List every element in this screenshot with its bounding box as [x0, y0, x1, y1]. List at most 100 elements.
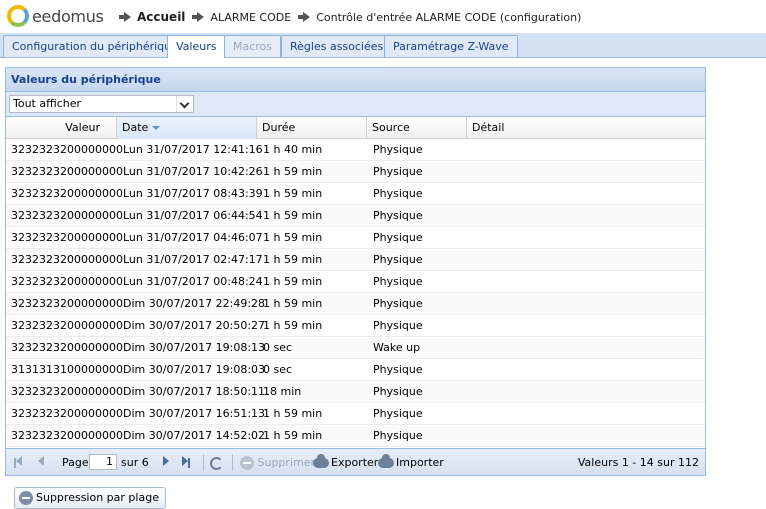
arrow-right-icon [192, 12, 205, 22]
next-page-icon[interactable] [163, 455, 169, 471]
cell-valeur: 3232323200000000 [11, 253, 123, 266]
column-header-source[interactable]: Source [367, 117, 467, 139]
cell-source: Physique [373, 407, 423, 420]
delete-icon [19, 491, 33, 505]
cell-source: Physique [373, 231, 423, 244]
cell-date: Dim 30/07/2017 14:52:02 [123, 429, 266, 442]
table-row[interactable]: 3232323200000000 Dim 30/07/2017 20:50:27 1… [6, 315, 705, 337]
cell-date: Lun 31/07/2017 12:41:16 [123, 143, 263, 156]
cell-date: Lun 31/07/2017 00:48:24 [123, 275, 263, 288]
cell-source: Wake up [373, 341, 421, 354]
table-row[interactable]: 3232323200000000 Dim 30/07/2017 18:50:11 1… [6, 381, 705, 403]
breadcrumb-home[interactable]: Accueil [137, 10, 185, 24]
cell-date: Lun 31/07/2017 08:43:39 [123, 187, 263, 200]
page-input[interactable]: 1 [89, 454, 117, 470]
delete-button: Supprimer [240, 455, 315, 471]
cell-date: Lun 31/07/2017 04:46:07 [123, 231, 263, 244]
arrow-right-icon [119, 12, 131, 22]
cell-valeur: 3232323200000000 [11, 407, 123, 420]
cell-valeur: 3232323200000000 [11, 297, 123, 310]
cell-duree: 1 h 59 min [263, 275, 323, 288]
column-header-date[interactable]: Date [117, 117, 257, 139]
cell-source: Physique [373, 187, 423, 200]
tab-regles[interactable]: Règles associées [281, 35, 393, 57]
delete-icon [240, 456, 254, 470]
cell-duree: 1 h 59 min [263, 165, 323, 178]
cell-valeur: 3131313100000000 [11, 363, 123, 376]
breadcrumb-current: Contrôle d'entrée ALARME CODE (configura… [316, 10, 582, 24]
table-row[interactable]: 3232323200000000 Lun 31/07/2017 06:44:54 1… [6, 205, 705, 227]
sort-desc-icon [152, 126, 161, 130]
column-header-duree[interactable]: Durée [257, 117, 367, 139]
cell-valeur: 3232323200000000 [11, 319, 123, 332]
filter-bar: Tout afficher [6, 92, 705, 117]
cell-source: Physique [373, 363, 423, 376]
grid-header: Valeur Date Durée Source Détail [6, 117, 705, 139]
cell-valeur: 3232323200000000 [11, 385, 123, 398]
logo-icon [7, 5, 29, 27]
table-row[interactable]: 3232323200000000 Dim 30/07/2017 19:08:13 0… [6, 337, 705, 359]
pager-summary: Valeurs 1 - 14 sur 112 [577, 456, 699, 469]
breadcrumb-device[interactable]: ALARME CODE [210, 11, 291, 24]
cell-source: Physique [373, 429, 423, 442]
table-row[interactable]: 3232323200000000 Lun 31/07/2017 00:48:24 1… [6, 271, 705, 293]
tab-zwave[interactable]: Paramétrage Z-Wave [384, 35, 518, 57]
column-header-detail[interactable]: Détail [467, 117, 705, 139]
cell-duree: 1 h 59 min [263, 429, 323, 442]
cell-source: Physique [373, 319, 423, 332]
cell-source: Physique [373, 143, 423, 156]
cell-valeur: 3232323200000000 [11, 231, 123, 244]
refresh-icon[interactable] [210, 455, 223, 471]
cell-duree: 1 h 59 min [263, 297, 323, 310]
filter-value: Tout afficher [13, 97, 82, 110]
cloud-download-icon [313, 454, 329, 468]
column-header-date-label: Date [122, 121, 149, 134]
table-row[interactable]: 3232323200000000 Lun 31/07/2017 04:46:07 1… [6, 227, 705, 249]
cell-date: Dim 30/07/2017 16:51:13 [123, 407, 266, 420]
cell-source: Physique [373, 209, 423, 222]
column-header-valeur[interactable]: Valeur [6, 117, 117, 139]
cell-date: Dim 30/07/2017 20:50:27 [123, 319, 266, 332]
import-button[interactable]: Importer [378, 454, 444, 471]
tab-bar: Configuration du périphérique Valeurs Ma… [0, 33, 766, 58]
cell-date: Lun 31/07/2017 10:42:26 [123, 165, 263, 178]
table-row[interactable]: 3232323200000000 Dim 30/07/2017 22:49:28 1… [6, 293, 705, 315]
table-row[interactable]: 3232323200000000 Lun 31/07/2017 10:42:26 1… [6, 161, 705, 183]
table-row[interactable]: 3232323200000000 Lun 31/07/2017 08:43:39 1… [6, 183, 705, 205]
cell-source: Physique [373, 275, 423, 288]
table-row[interactable]: 3232323200000000 Dim 30/07/2017 14:52:02 1… [6, 425, 705, 447]
cell-duree: 1 h 59 min [263, 407, 323, 420]
cell-valeur: 3232323200000000 [11, 143, 123, 156]
page-of-label: sur 6 [121, 456, 149, 469]
chevron-down-icon[interactable] [176, 96, 193, 112]
cell-valeur: 3232323200000000 [11, 209, 123, 222]
last-page-icon[interactable] [182, 455, 190, 471]
cell-duree: 1 h 59 min [263, 253, 323, 266]
cell-duree: 0 sec [263, 341, 293, 354]
first-page-icon [14, 455, 22, 471]
cell-date: Dim 30/07/2017 19:08:03 [123, 363, 266, 376]
filter-select[interactable]: Tout afficher [9, 95, 194, 113]
cell-valeur: 3232323200000000 [11, 275, 123, 288]
tab-macros: Macros [224, 35, 282, 57]
panel-title: Valeurs du périphérique [6, 68, 705, 92]
logo[interactable]: eedomus [7, 5, 104, 27]
tab-valeurs[interactable]: Valeurs [167, 35, 226, 58]
table-row[interactable]: 3232323200000000 Lun 31/07/2017 02:47:17 1… [6, 249, 705, 271]
cell-duree: 1 h 59 min [263, 187, 323, 200]
cell-duree: 18 min [263, 385, 302, 398]
range-delete-button[interactable]: Suppression par plage [14, 487, 166, 509]
table-row[interactable]: 3232323200000000 Lun 31/07/2017 12:41:16 1… [6, 139, 705, 161]
table-row[interactable]: 3232323200000000 Dim 30/07/2017 16:51:13 1… [6, 403, 705, 425]
cloud-upload-icon [378, 454, 394, 468]
pager-toolbar: Page 1 sur 6 Supprimer Exporter Importer… [6, 448, 705, 475]
logo-text: eedomus [32, 6, 104, 26]
prev-page-icon [38, 455, 44, 471]
cell-source: Physique [373, 385, 423, 398]
table-row[interactable]: 3131313100000000 Dim 30/07/2017 19:08:03 0… [6, 359, 705, 381]
cell-date: Dim 30/07/2017 18:50:11 [123, 385, 266, 398]
tab-configuration[interactable]: Configuration du périphérique [3, 35, 187, 57]
export-button[interactable]: Exporter [313, 454, 378, 471]
grid-body: 3232323200000000 Lun 31/07/2017 12:41:16 1… [6, 139, 705, 447]
cell-duree: 1 h 59 min [263, 231, 323, 244]
